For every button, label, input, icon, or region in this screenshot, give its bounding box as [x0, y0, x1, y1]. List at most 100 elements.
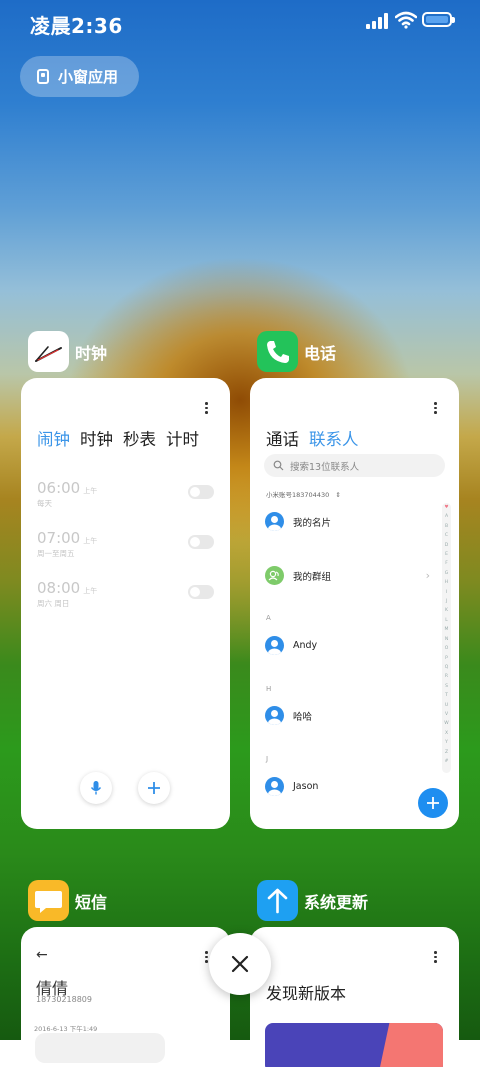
tab-calls[interactable]: 通话	[266, 426, 299, 450]
signal-icon	[366, 13, 392, 29]
index-letter[interactable]: F	[442, 559, 451, 568]
section-letter: H	[266, 685, 272, 693]
sms-date: 2016-6-13 下午1:49	[34, 1025, 98, 1033]
contact-name: Jason	[293, 781, 319, 792]
phone-more-icon[interactable]	[434, 402, 438, 416]
update-app-header[interactable]: 系统更新	[257, 880, 368, 921]
alarm-ampm: 上午	[83, 587, 98, 595]
contact-search-input[interactable]: 搜索13位联系人	[264, 454, 445, 477]
my-card-row[interactable]: 我的名片	[265, 512, 430, 531]
alarm-time: 06:00	[37, 479, 81, 497]
chevron-updown-icon: ⇕	[335, 491, 341, 499]
index-letter[interactable]: R	[442, 672, 451, 681]
account-selector[interactable]: 小米账号183704430 ⇕	[266, 489, 341, 499]
microphone-icon	[90, 781, 102, 795]
index-letter[interactable]: G	[442, 569, 451, 578]
person-icon	[265, 636, 284, 655]
tab-stopwatch[interactable]: 秒表	[123, 426, 156, 450]
my-groups-row[interactable]: 我的群组 ›	[265, 566, 430, 585]
wifi-icon	[395, 11, 417, 29]
phone-tabs: 通话 联系人	[266, 426, 359, 450]
alarm-repeat: 周六 周日	[37, 599, 70, 608]
voice-alarm-button[interactable]	[80, 772, 112, 804]
index-letter[interactable]: L	[442, 616, 451, 625]
clear-all-button[interactable]	[209, 933, 271, 995]
index-letter[interactable]: M	[442, 625, 451, 634]
search-icon	[273, 460, 284, 471]
contact-row[interactable]: Andy	[265, 636, 430, 655]
update-app-icon	[257, 880, 298, 921]
index-letter[interactable]: C	[442, 531, 451, 540]
phone-app-name: 电话	[304, 343, 337, 363]
index-letter[interactable]: Q	[442, 663, 451, 672]
contact-row[interactable]: 哈哈	[265, 706, 430, 725]
contact-name: 哈哈	[293, 711, 313, 723]
person-icon	[265, 512, 284, 531]
index-letter[interactable]: V	[442, 710, 451, 719]
search-placeholder: 搜索13位联系人	[290, 461, 360, 473]
index-letter[interactable]: Z	[442, 748, 451, 757]
phone-app-card[interactable]: 通话 联系人 搜索13位联系人 小米账号183704430 ⇕ 我的名片 我的群…	[250, 378, 459, 829]
index-letter[interactable]: N	[442, 635, 451, 644]
back-arrow-icon[interactable]: ←	[36, 947, 48, 963]
person-icon	[265, 777, 284, 796]
index-letter[interactable]: H	[442, 578, 451, 587]
add-contact-button[interactable]	[418, 788, 448, 818]
index-letter[interactable]: T	[442, 691, 451, 700]
clock-app-card[interactable]: 闹钟 时钟 秒表 计时 06:00 上午 每天 07:00 上午 周一至周五 08:…	[21, 378, 230, 829]
clock-more-icon[interactable]	[205, 402, 209, 416]
chevron-right-icon: ›	[425, 569, 430, 582]
index-letter[interactable]: ♥	[442, 503, 451, 512]
add-alarm-button[interactable]	[138, 772, 170, 804]
index-letter[interactable]: D	[442, 541, 451, 550]
status-time: 凌晨2:36	[30, 14, 123, 38]
index-letter[interactable]: J	[442, 597, 451, 606]
index-letter[interactable]: #	[442, 757, 451, 766]
index-letter[interactable]: B	[442, 522, 451, 531]
tab-timer[interactable]: 计时	[166, 426, 199, 450]
update-more-icon[interactable]	[434, 951, 438, 965]
floating-window-icon	[37, 69, 49, 84]
index-letter[interactable]: O	[442, 644, 451, 653]
update-banner	[265, 1023, 443, 1067]
index-letter[interactable]: X	[442, 729, 451, 738]
sms-app-header[interactable]: 短信	[28, 880, 107, 921]
index-letter[interactable]: P	[442, 654, 451, 663]
alarm-ampm: 上午	[83, 487, 98, 495]
index-letter[interactable]: U	[442, 701, 451, 710]
sms-contact-number: 18730218809	[36, 995, 92, 1004]
alarm-toggle[interactable]	[188, 585, 214, 599]
index-letter[interactable]: K	[442, 606, 451, 615]
floating-window-label: 小窗应用	[58, 68, 119, 86]
plus-icon	[148, 782, 160, 794]
message-bubble	[35, 1033, 165, 1063]
phone-app-header[interactable]: 电话	[257, 331, 336, 372]
tab-contacts[interactable]: 联系人	[309, 426, 359, 450]
index-letter[interactable]: A	[442, 512, 451, 521]
alphabet-index[interactable]: ♥ A B C D E F G H I J K L M N O P Q R S T U V W X Y Z #	[442, 503, 451, 773]
index-letter[interactable]: I	[442, 588, 451, 597]
contact-name: Andy	[293, 640, 318, 651]
clock-app-icon	[28, 331, 69, 372]
alarm-toggle[interactable]	[188, 485, 214, 499]
tab-alarm[interactable]: 闹钟	[37, 426, 70, 450]
plus-icon	[427, 797, 439, 809]
group-icon	[265, 566, 284, 585]
alarm-repeat: 每天	[37, 499, 52, 508]
tab-clock[interactable]: 时钟	[80, 426, 113, 450]
index-letter[interactable]: Y	[442, 738, 451, 747]
index-letter[interactable]: E	[442, 550, 451, 559]
alarm-time: 07:00	[37, 529, 81, 547]
alarm-toggle[interactable]	[188, 535, 214, 549]
alarm-repeat: 周一至周五	[37, 549, 75, 558]
floating-window-button[interactable]: 小窗应用	[20, 56, 139, 97]
sms-app-name: 短信	[75, 892, 108, 912]
sms-app-card[interactable]: ← 倩倩 18730218809 2016-6-13 下午1:49	[21, 927, 230, 1067]
close-icon	[231, 955, 249, 973]
contact-row[interactable]: Jason	[265, 777, 430, 796]
index-letter[interactable]: W	[442, 719, 451, 728]
index-letter[interactable]: S	[442, 682, 451, 691]
clock-app-header[interactable]: 时钟	[28, 331, 107, 372]
section-letter: A	[266, 614, 271, 622]
update-app-card[interactable]: 发现新版本	[250, 927, 459, 1067]
